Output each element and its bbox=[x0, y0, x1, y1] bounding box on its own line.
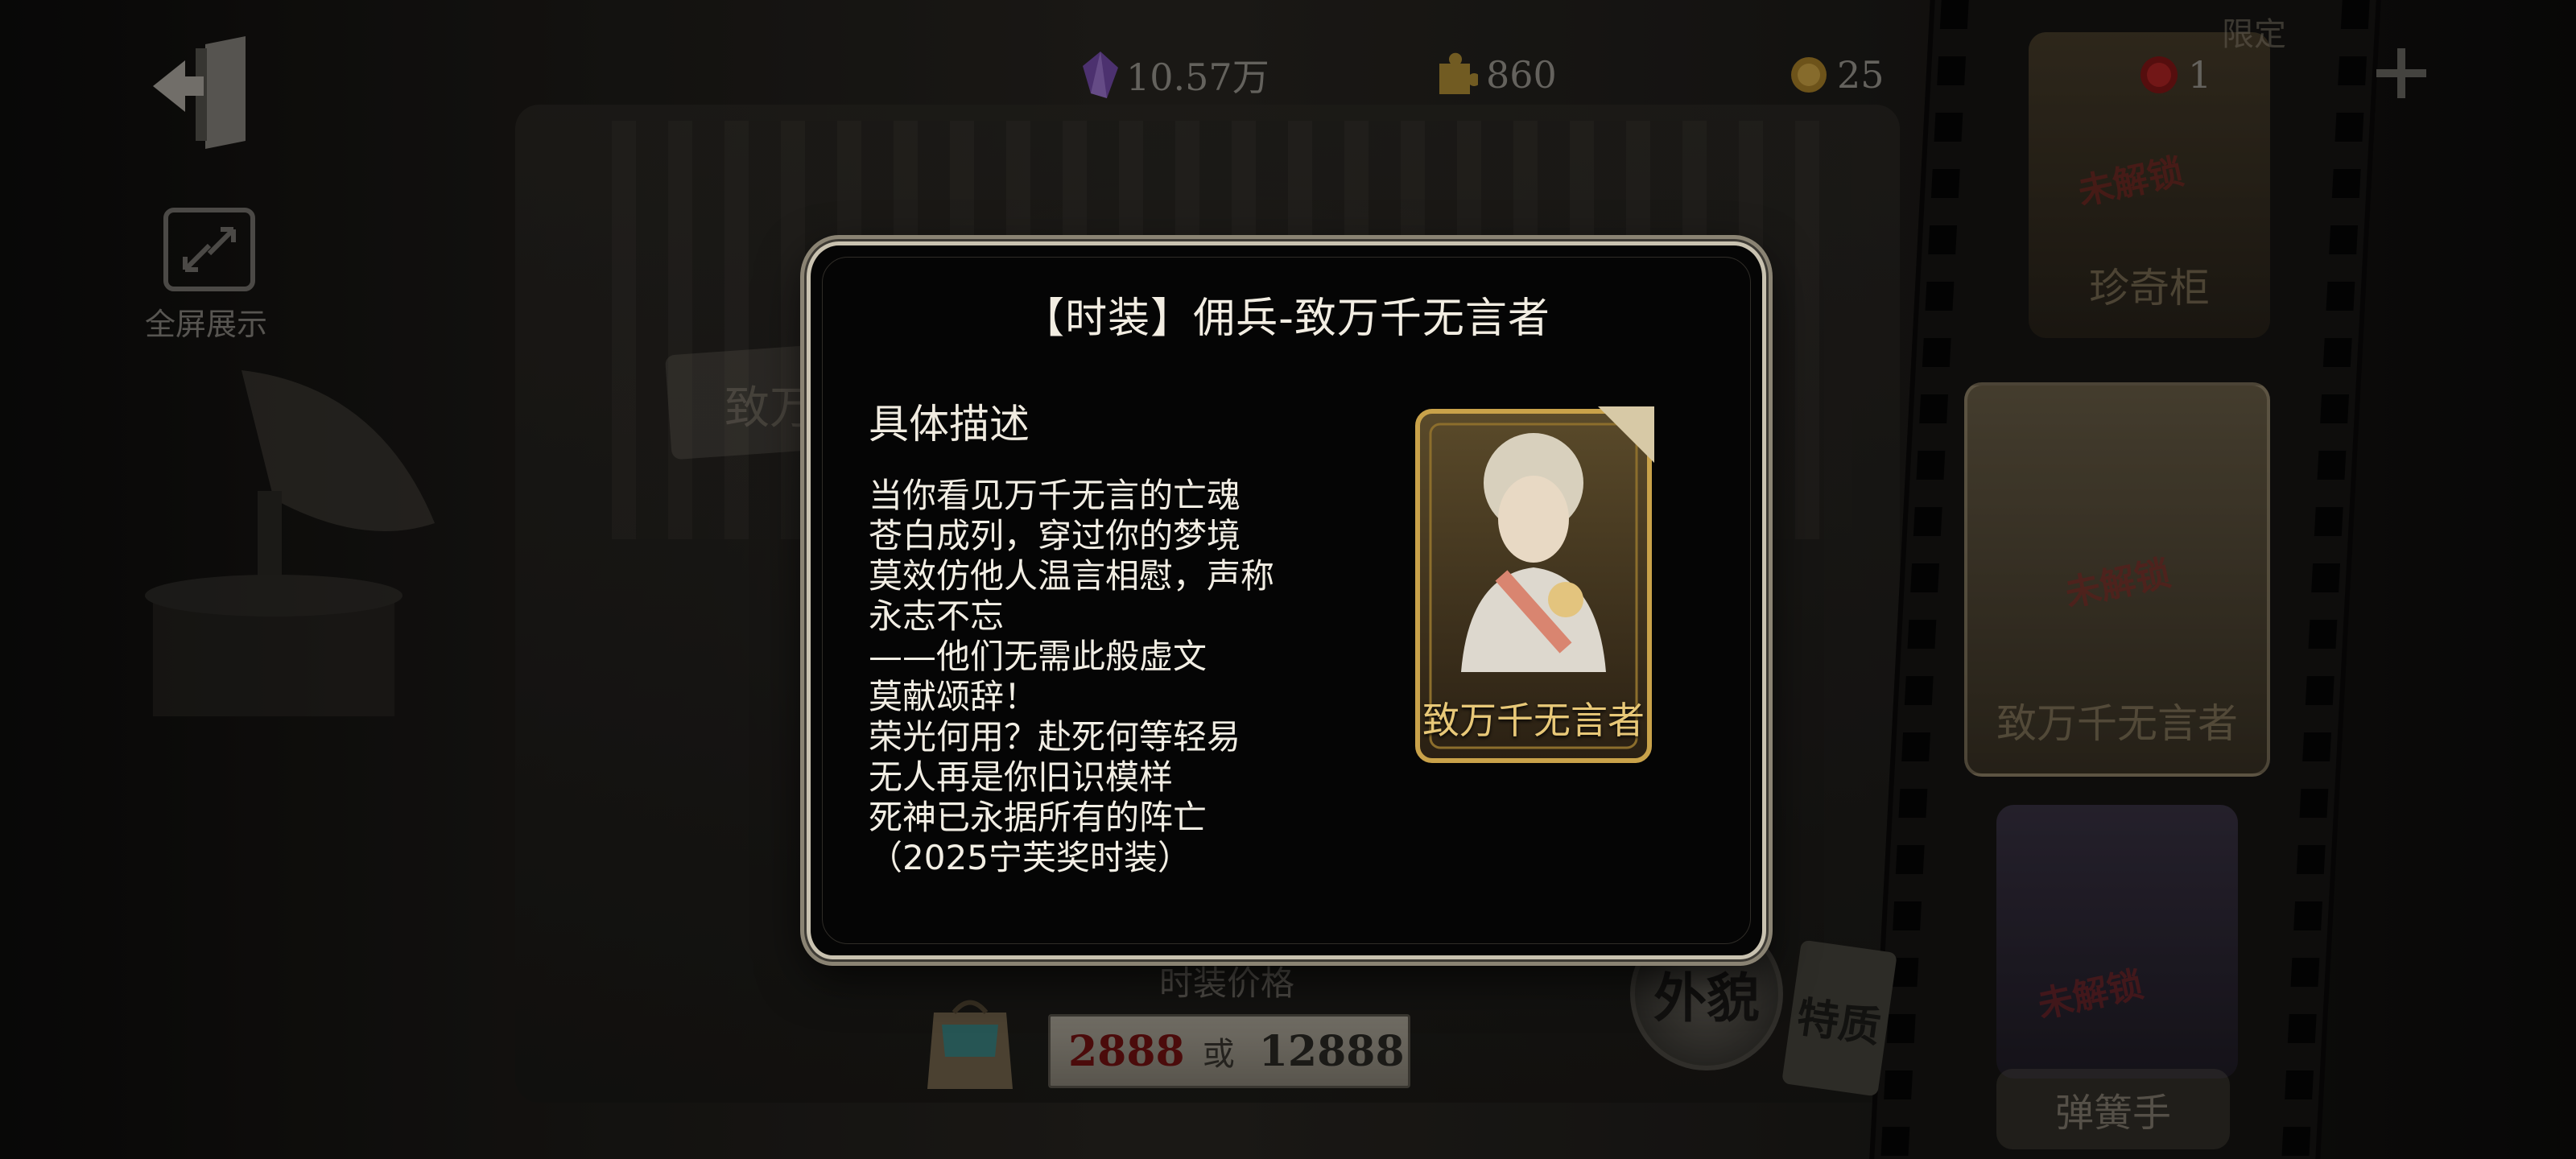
description-text: 当你看见万千无言的亡魂 苍白成列，穿过你的梦境 莫效仿他人温言相慰，声称 永志不… bbox=[869, 476, 1274, 878]
description-heading: 具体描述 bbox=[869, 401, 1030, 448]
description-line: ——他们无需此般虚文 bbox=[869, 637, 1208, 676]
description-line: 无人再是你旧识模样 bbox=[869, 757, 1174, 797]
costume-card-name: 致万千无言者 bbox=[1422, 699, 1645, 742]
description-line: 莫效仿他人温言相慰，声称 bbox=[869, 556, 1275, 596]
description-line: （2025宁芙奖时装） bbox=[869, 838, 1191, 877]
modal-title: 【时装】佣兵-致万千无言者 bbox=[1022, 295, 1550, 343]
description-line: 荣光何用？赴死何等轻易 bbox=[869, 717, 1241, 757]
description-line: 当你看见万千无言的亡魂 bbox=[869, 476, 1241, 515]
costume-card-art: 致万千无言者 bbox=[1413, 406, 1654, 765]
description-line: 苍白成列，穿过你的梦境 bbox=[869, 516, 1241, 555]
costume-detail-modal: 【时装】佣兵-致万千无言者 具体描述 当你看见万千无言的亡魂 苍白成列，穿过你的… bbox=[807, 241, 1766, 959]
description-line: 死神已永据所有的阵亡 bbox=[869, 798, 1208, 837]
description-line: 永志不忘 bbox=[869, 596, 1005, 636]
description-line: 莫献颂辞！ bbox=[869, 677, 1038, 716]
